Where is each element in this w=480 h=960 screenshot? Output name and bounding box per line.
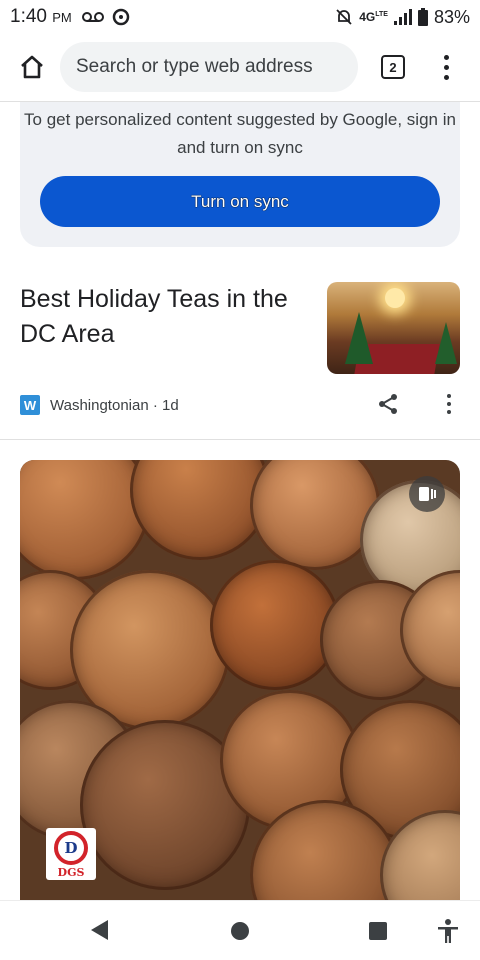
status-bar: 1:40 PM 4GLTE 83% (0, 0, 480, 34)
video-icon (419, 487, 436, 501)
network-suffix: LTE (375, 11, 388, 18)
signal-icon (393, 9, 412, 25)
tab-count: 2 (381, 55, 405, 79)
home-icon (21, 55, 43, 79)
publisher-logo-text: DGS (57, 866, 85, 879)
menu-icon[interactable] (434, 47, 458, 87)
battery-percent: 83% (433, 6, 470, 27)
article-source-row: W Washingtonian · 1d (20, 394, 460, 416)
video-badge (409, 476, 445, 512)
status-time: 1:40 PM (10, 6, 72, 28)
search-input[interactable]: Search or type web address (60, 42, 358, 92)
source-name: Washingtonian · 1d (50, 397, 179, 414)
browser-toolbar: Search or type web address 2 (0, 34, 480, 100)
sync-promo-card: To get personalized content suggested by… (20, 102, 460, 247)
article-title[interactable]: Best Holiday Teas in the DC Area (20, 282, 312, 352)
share-icon[interactable] (376, 392, 400, 416)
voicemail-icon (81, 12, 104, 22)
mute-icon (336, 9, 352, 25)
status-time-suffix: PM (52, 10, 72, 25)
source-logo: W (20, 395, 40, 415)
article-divider (0, 439, 480, 440)
recents-icon[interactable] (369, 922, 387, 940)
battery-icon (417, 8, 428, 26)
sync-promo-message: To get personalized content suggested by… (24, 110, 456, 157)
tab-switcher-button[interactable]: 2 (378, 52, 408, 82)
source-publisher: Washingtonian (50, 396, 149, 414)
notification-icon (112, 8, 130, 26)
network-type: 4G (359, 10, 376, 24)
back-icon[interactable] (91, 920, 108, 940)
accessibility-icon[interactable] (436, 918, 460, 944)
article-age: · 1d (152, 396, 179, 414)
article-thumbnail[interactable] (327, 282, 460, 374)
home-icon[interactable] (231, 922, 249, 940)
home-button[interactable] (12, 47, 52, 87)
publisher-logo: D DGS (46, 828, 96, 880)
video-thumbnail[interactable]: D DGS (20, 460, 460, 900)
system-nav-bar (0, 900, 480, 960)
article-card[interactable]: Best Holiday Teas in the DC Area W Washi… (0, 262, 480, 440)
status-time-value: 1:40 (10, 6, 47, 27)
turn-on-sync-button[interactable]: Turn on sync (40, 176, 440, 227)
more-vert-icon[interactable] (444, 392, 454, 416)
